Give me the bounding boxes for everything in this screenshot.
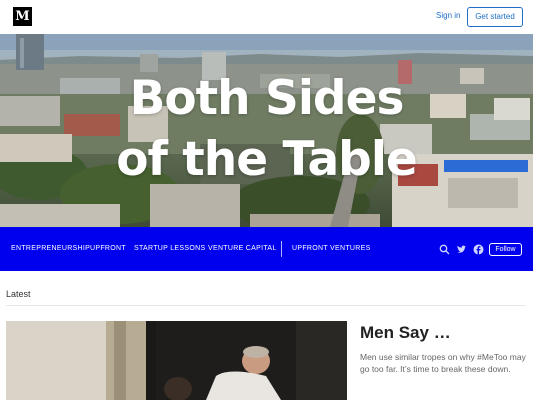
nav-item-startup-lessons[interactable]: STARTUP LESSONS	[134, 245, 205, 252]
search-icon[interactable]	[439, 244, 450, 255]
top-bar: M Sign in Get started	[0, 0, 533, 34]
publication-title-line2: of the Table	[116, 132, 418, 187]
facebook-icon[interactable]	[473, 244, 484, 255]
sign-in-link[interactable]: Sign in	[436, 11, 460, 20]
twitter-icon[interactable]	[456, 244, 467, 255]
latest-heading: Latest	[6, 289, 31, 299]
follow-button[interactable]: Follow	[489, 243, 522, 256]
nav-item-upfront-ventures[interactable]: UPFRONT VENTURES	[292, 245, 371, 252]
city-aerial-image	[0, 34, 533, 227]
article-title[interactable]: Men Say …	[360, 323, 451, 343]
nav-item-upfront[interactable]: UPFRONT	[90, 245, 126, 252]
article-subtitle[interactable]: Men use similar tropes on why #MeToo may…	[360, 351, 530, 375]
nav-divider	[281, 241, 282, 257]
section-divider	[6, 305, 526, 306]
publication-title-line1: Both Sides	[129, 71, 405, 126]
publication-nav: ENTREPRENEURSHIP UPFRONT STARTUP LESSONS…	[0, 227, 533, 271]
medium-logo[interactable]: M	[13, 7, 32, 26]
hero-banner: Both Sides of the Table	[0, 34, 533, 227]
nav-item-entrepreneurship[interactable]: ENTREPRENEURSHIP	[11, 245, 90, 252]
article-photo	[6, 321, 347, 400]
article-image[interactable]	[6, 321, 347, 400]
nav-item-venture-capital[interactable]: VENTURE CAPITAL	[208, 245, 277, 252]
get-started-button[interactable]: Get started	[467, 7, 523, 27]
